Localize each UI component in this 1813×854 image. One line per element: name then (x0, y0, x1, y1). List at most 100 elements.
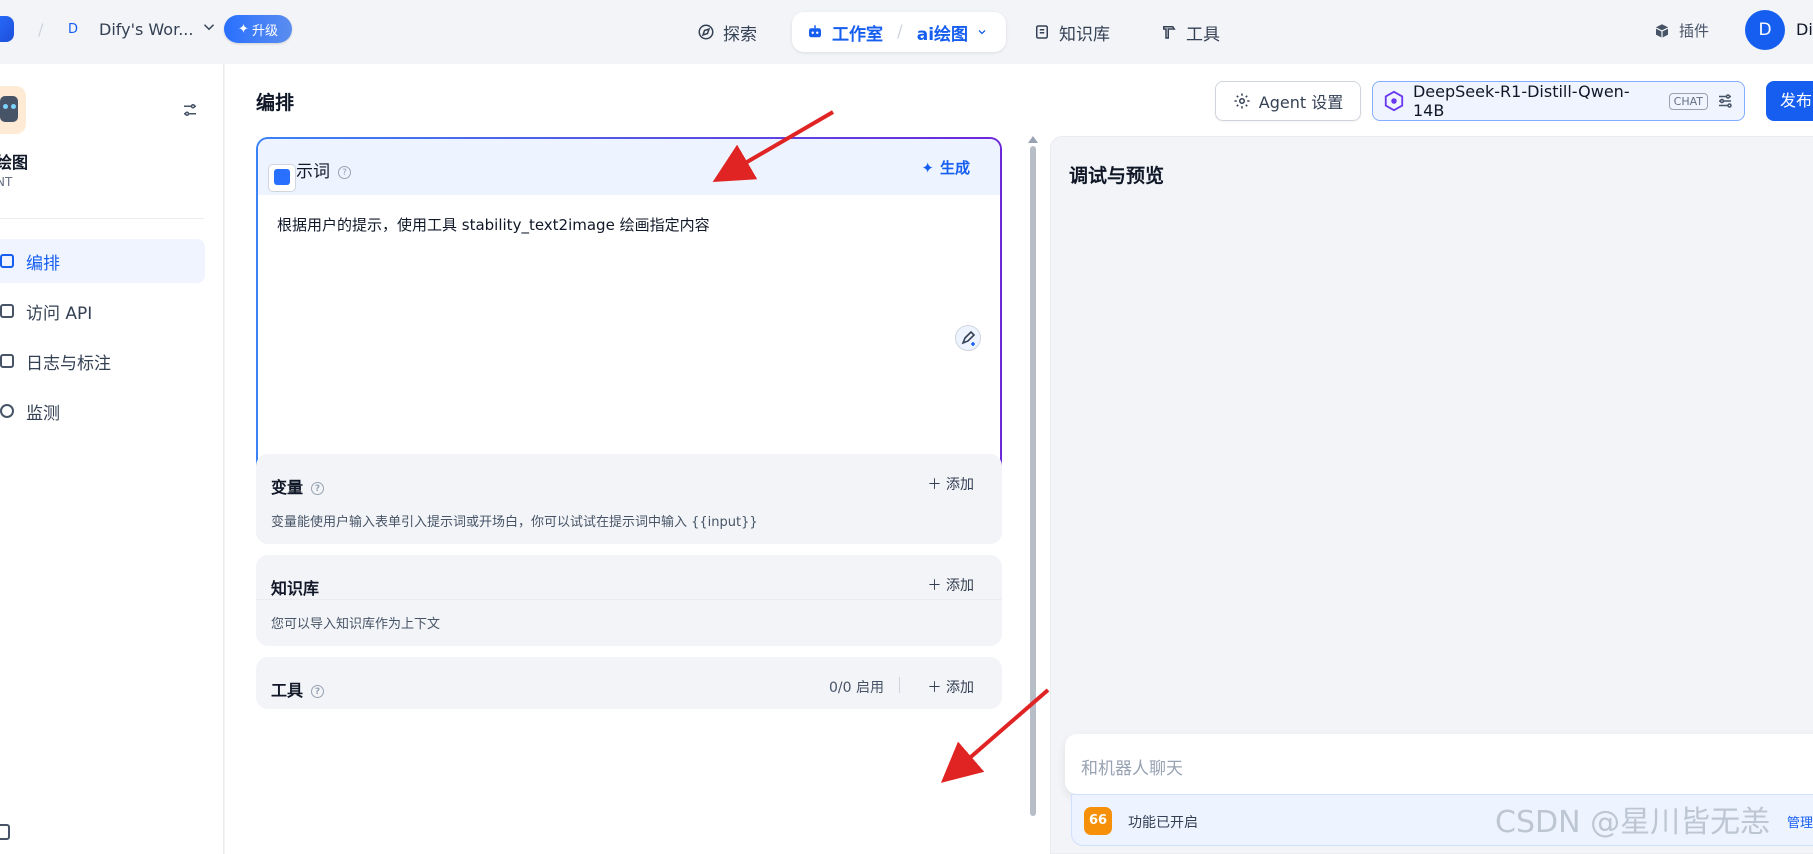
upgrade-label: 升级 (251, 23, 278, 39)
chat-input-placeholder: 和机器人聊天 (1081, 759, 1183, 779)
model-selector[interactable]: DeepSeek-R1-Distill-Qwen-14B CHAT (1372, 81, 1745, 121)
nav-tools-label: 工具 (1186, 24, 1220, 45)
scroll-thumb[interactable] (1030, 146, 1036, 816)
chevron-down-icon[interactable] (200, 18, 218, 36)
manage-features-button[interactable]: 管理 (1787, 812, 1813, 831)
app-title: 绘图 (0, 153, 29, 172)
agent-settings-button[interactable]: Agent 设置 (1215, 81, 1361, 121)
robot-icon (0, 96, 18, 122)
prompt-textarea[interactable]: 根据用户的提示，使用工具 stability_text2image 绘画指定内容 (277, 214, 710, 235)
variables-title-text: 变量 (271, 478, 304, 497)
variables-title: 变量? (271, 474, 325, 498)
app-type: NT (0, 175, 13, 189)
add-label: 添加 (946, 477, 974, 493)
tools-separator (899, 677, 900, 693)
add-tool-button[interactable]: ＋ 添加 (928, 677, 974, 697)
nav-knowledge[interactable]: 知识库 (1033, 12, 1110, 52)
prompt-label-text: 示词 (296, 162, 330, 182)
add-knowledge-button[interactable]: ＋ 添加 (928, 575, 974, 595)
nav-current-app[interactable]: ai绘图 (917, 20, 968, 45)
sliders-icon[interactable] (1716, 92, 1734, 110)
workspace-name[interactable]: Dify's Wor... (99, 20, 193, 39)
knowledge-description: 您可以导入知识库作为上下文 (271, 617, 441, 632)
nav-studio[interactable]: 工作室 / ai绘图 (792, 12, 1007, 52)
user-avatar[interactable]: D (1745, 10, 1785, 50)
terminal-icon (0, 304, 14, 318)
nav-separator: / (897, 22, 903, 42)
plugins-link[interactable]: 插件 (1653, 20, 1709, 41)
help-icon[interactable]: ? (311, 482, 325, 495)
plugins-label: 插件 (1679, 22, 1710, 40)
help-icon[interactable]: ? (338, 165, 351, 179)
debug-title: 调试与预览 (1069, 165, 1165, 187)
hammer-icon (1163, 26, 1176, 39)
file-list-icon (0, 354, 14, 368)
quote-icon: 66 (1084, 807, 1112, 835)
debug-preview-panel: 调试与预览 和机器人聊天 66 功能已开启 管理 (1050, 136, 1813, 854)
help-icon[interactable]: ? (311, 685, 325, 698)
knowledge-divider (256, 599, 1002, 600)
workspace-avatar[interactable]: D (62, 19, 84, 41)
feature-status-text: 功能已开启 (1128, 815, 1198, 831)
app-sidebar: 绘图 NT 编排 访问 API 日志与标注 监测 (0, 64, 224, 854)
sparkle-icon: ✦ (238, 21, 249, 37)
tools-title-text: 工具 (271, 681, 304, 700)
knowledge-card: 知识库 ＋ 添加 您可以导入知识库作为上下文 (256, 555, 1002, 646)
book-icon (1036, 25, 1048, 39)
cube-icon (1655, 23, 1669, 38)
app-icon (0, 86, 26, 134)
robot-eye (11, 104, 16, 109)
dashboard-icon (0, 404, 14, 418)
nav-knowledge-label: 知识库 (1059, 24, 1110, 45)
publish-button[interactable]: 发布 (1766, 81, 1813, 121)
sidebar-item-api[interactable]: 访问 API (0, 289, 205, 333)
generate-label: 生成 (939, 159, 970, 177)
upgrade-button[interactable]: ✦ 升级 (224, 15, 292, 43)
model-name: DeepSeek-R1-Distill-Qwen-14B (1412, 82, 1630, 120)
config-scrollbar[interactable] (1028, 136, 1038, 854)
model-logo-icon (1384, 90, 1404, 112)
model-mode-tag: CHAT (1668, 92, 1709, 110)
generate-button[interactable]: ✦ 生成 (921, 157, 970, 178)
nav-tools[interactable]: 工具 (1160, 12, 1220, 52)
tools-enabled-count: 0/0 启用 (829, 680, 884, 696)
layout-icon (0, 254, 14, 268)
sidebar-item-monitoring[interactable]: 监测 (0, 389, 205, 433)
dify-logo[interactable] (0, 16, 14, 42)
sidebar-divider (0, 218, 204, 219)
robot-icon (809, 25, 821, 38)
prompt-template-icon[interactable] (268, 164, 296, 192)
sidebar-item-logs[interactable]: 日志与标注 (0, 339, 205, 383)
compass-icon (698, 24, 714, 40)
add-label: 添加 (946, 680, 974, 696)
tools-card: 工具? 0/0 启用 ＋ 添加 (256, 657, 1002, 709)
sidebar-item-label: 编排 (26, 253, 60, 274)
chevron-down-icon[interactable] (976, 26, 988, 38)
csdn-watermark: CSDN @星川皆无恙 (1495, 805, 1771, 840)
page-title: 编排 (256, 92, 295, 114)
prompt-label: 示词? (296, 157, 351, 182)
add-label: 添加 (946, 578, 974, 594)
scroll-up-arrow[interactable] (1028, 136, 1038, 143)
sidebar-item-label: 日志与标注 (26, 353, 111, 374)
knowledge-title: 知识库 (271, 579, 320, 598)
sidebar-item-label: 访问 API (26, 303, 93, 324)
nav-explore-label: 探索 (723, 24, 757, 45)
variables-card: 变量? ＋ 添加 变量能使用户输入表单引入提示词或开场白，你可以试试在提示词中输… (256, 454, 1002, 544)
edit-pen-icon[interactable] (955, 325, 981, 351)
nav-explore[interactable]: 探索 (697, 12, 757, 52)
main-content: 编排 Agent 设置 DeepSeek-R1-Distill-Qwen-14B… (225, 64, 1813, 854)
sparkle-icon: ✦ (921, 158, 934, 177)
user-name[interactable]: Di (1796, 20, 1813, 39)
sidebar-item-orchestrate[interactable]: 编排 (0, 239, 205, 283)
tools-title: 工具? (271, 677, 325, 701)
nav-studio-label: 工作室 (832, 24, 883, 45)
add-variable-button[interactable]: ＋ 添加 (928, 474, 974, 494)
top-navigation-bar: / D Dify's Wor... ✦ 升级 探索 工作室 / ai绘图 知识库… (0, 0, 1813, 64)
gear-icon (1234, 93, 1250, 109)
sidebar-collapse-icon[interactable] (0, 824, 10, 840)
sidebar-item-label: 监测 (26, 403, 60, 424)
chat-input[interactable]: 和机器人聊天 (1065, 734, 1813, 794)
sliders-icon[interactable] (181, 101, 199, 119)
variables-description: 变量能使用户输入表单引入提示词或开场白，你可以试试在提示词中输入 {{input… (271, 515, 758, 530)
